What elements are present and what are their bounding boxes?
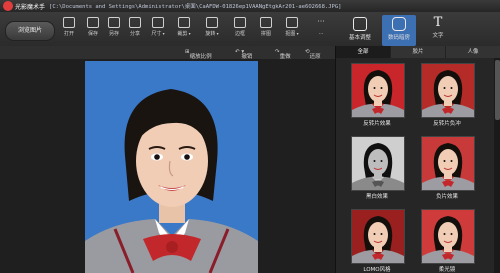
chevron-down-icon: ▾ (187, 31, 191, 36)
toolbar-tool-label: 旋转 (205, 31, 216, 37)
toolbar-tool-1[interactable]: 保存 (82, 17, 104, 43)
toolbar-tool-8[interactable]: 拼图 (255, 17, 277, 43)
effect-thumb[interactable] (421, 63, 475, 118)
effect-label: LOMO风格 (363, 267, 391, 273)
effect-thumb[interactable] (351, 63, 405, 118)
effect-thumb[interactable] (421, 136, 475, 191)
effect-label: 柔光镜 (438, 267, 456, 273)
toolbar-tool-label: 裁剪 (177, 31, 188, 37)
tab-basic-adjust-label: 基本调整 (348, 35, 371, 41)
toolbar-tool-label: 另存 (108, 31, 119, 37)
compare-button[interactable]: ⊞ 缩放比例 (185, 49, 212, 60)
effect-preview (422, 210, 474, 263)
redo-button[interactable]: ↷ 重做 (275, 49, 291, 60)
toolbar-tool-2[interactable]: 另存 (103, 17, 125, 43)
save-icon (87, 17, 99, 28)
undo-button[interactable]: ↶ 撤销 ▾ (235, 49, 252, 60)
effect-label: 反转片效果 (363, 121, 391, 127)
browse-images-button[interactable]: 浏览图片 (5, 21, 55, 41)
app-name: 光影魔术手 (15, 3, 46, 11)
main-toolbar: 浏览图片 打开 保存 另存 分享 尺寸 ▾ 裁剪 ▾ 旋转 ▾ 边框 拼图 抠图 ▾ ···... … (0, 12, 500, 47)
scrollbar-thumb[interactable] (495, 60, 500, 120)
toolbar-tool-label: ... (318, 30, 324, 36)
toolbar-tool-7[interactable]: 边框 (229, 17, 251, 43)
more-icon: ··· (317, 17, 325, 26)
chevron-down-icon: ▾ (215, 31, 219, 36)
title-bar: 光影魔术手 [C:\Documents and Settings\Adminis… (0, 0, 500, 12)
toolbar-tool-9[interactable]: 抠图 ▾ (281, 17, 303, 43)
effect-thumb[interactable] (351, 136, 405, 191)
canvas-subbar: ⊞ 缩放比例 ↶ 撤销 ▾ ↷ 重做 ⟲ 还原 (0, 46, 335, 60)
share-icon (129, 17, 141, 28)
camera-icon (392, 17, 406, 31)
chevron-down-icon: ▾ (295, 31, 299, 36)
effect-label: 负片效果 (435, 194, 458, 200)
toolbar-tool-label: 抠图 (285, 31, 296, 37)
text-icon: T (433, 15, 443, 30)
collage-icon (260, 17, 272, 28)
effects-tabs: 全部 胶片 人像 (336, 46, 500, 58)
cutout-icon (286, 17, 298, 28)
panel-scrollbar[interactable] (494, 58, 500, 273)
rotate-icon (206, 17, 218, 28)
effect-preview (352, 210, 404, 263)
toolbar-tool-6[interactable]: 旋转 ▾ (201, 17, 223, 43)
resize-icon (152, 17, 164, 28)
effect-thumb[interactable] (421, 209, 475, 264)
crop-icon (178, 17, 190, 28)
toolbar-tool-0[interactable]: 打开 (58, 17, 80, 43)
tab-text[interactable]: T 文字 (421, 15, 455, 46)
toolbar-tool-label: 边框 (234, 31, 245, 37)
toolbar-tool-5[interactable]: 裁剪 ▾ (173, 17, 195, 43)
effect-preview (352, 137, 404, 190)
toolbar-tool-label: 分享 (129, 31, 140, 37)
toolbar-tool-label: 拼图 (260, 31, 271, 37)
adjust-icon (353, 17, 367, 31)
effect-preview (422, 137, 474, 190)
save-as-icon (108, 17, 120, 28)
effect-thumb[interactable] (351, 209, 405, 264)
tab-digital-darkroom[interactable]: 数码暗房 (382, 15, 416, 46)
portrait-illustration (85, 61, 258, 273)
tab-text-label: 文字 (432, 33, 444, 39)
tab-basic-adjust[interactable]: 基本调整 (343, 15, 377, 46)
toolbar-tool-label: 打开 (63, 31, 74, 37)
tab-film[interactable]: 胶片 (391, 46, 446, 58)
canvas-area: ⊞ 缩放比例 ↶ 撤销 ▾ ↷ 重做 ⟲ 还原 (0, 46, 335, 273)
toolbar-tool-4[interactable]: 尺寸 ▾ (147, 17, 169, 43)
effect-label: 黑白效果 (365, 194, 388, 200)
toolbar-tool-3[interactable]: 分享 (124, 17, 146, 43)
app-logo-icon (3, 1, 13, 11)
chevron-down-icon: ▾ (161, 31, 165, 36)
portrait-photo[interactable] (85, 61, 258, 273)
tab-all[interactable]: 全部 (336, 46, 391, 58)
effect-preview (352, 64, 404, 117)
effect-preview (422, 64, 474, 117)
file-path: [C:\Documents and Settings\Administrator… (49, 4, 342, 10)
effect-label: 反转片负冲 (433, 121, 461, 127)
tab-digital-darkroom-label: 数码暗房 (387, 35, 410, 41)
tab-portrait[interactable]: 人像 (446, 46, 500, 58)
toolbar-tool-label: 尺寸 (151, 31, 162, 37)
toolbar-tool-label: 保存 (87, 31, 98, 37)
toolbar-tool-10[interactable]: ···... (310, 17, 332, 43)
restore-button[interactable]: ⟲ 还原 (305, 49, 321, 60)
folder-icon (63, 17, 75, 28)
frame-icon (234, 17, 246, 28)
effects-panel: 全部 胶片 人像 反转片效果 反转片负冲黑白效果 负片效果 LOMO风格 柔光镜 (335, 46, 500, 273)
